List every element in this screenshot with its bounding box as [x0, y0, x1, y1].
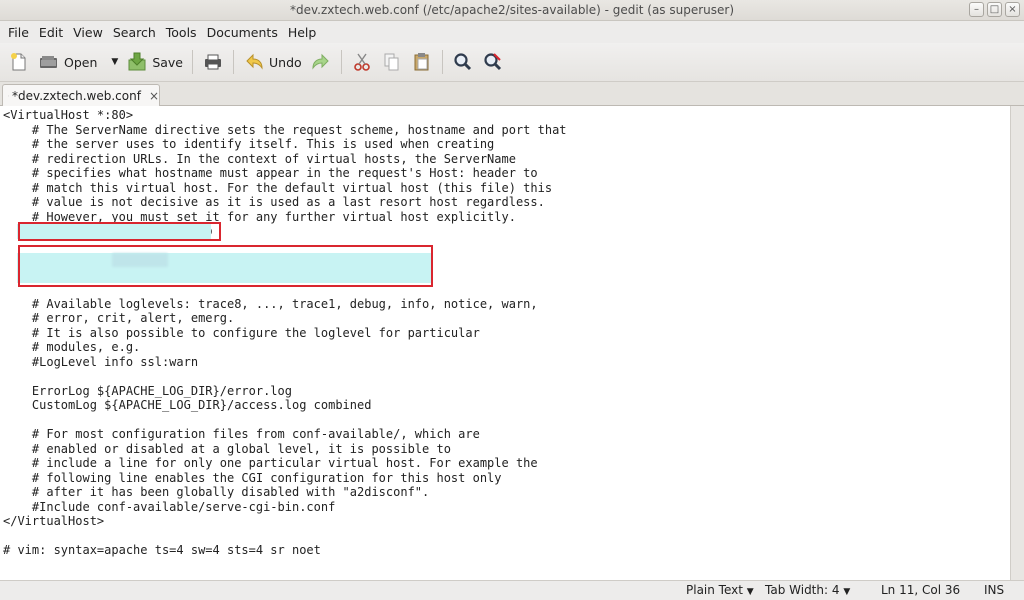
code-line: # Available loglevels: trace8, ..., trac… [3, 296, 538, 311]
tab-document[interactable]: *dev.zxtech.web.conf × [2, 84, 160, 106]
search-icon [454, 53, 471, 71]
close-icon[interactable]: × [1005, 2, 1020, 17]
document-tabbar: *dev.zxtech.web.conf × [0, 82, 1024, 106]
code-line: # vim: syntax=apache ts=4 sw=4 sts=4 sr … [3, 543, 321, 557]
copy-button[interactable] [377, 47, 407, 77]
open-button[interactable]: Open ▼ [34, 47, 122, 77]
undo-label: Undo [269, 54, 302, 70]
clipboard-icon [414, 53, 429, 71]
menu-tools[interactable]: Tools [161, 25, 202, 40]
code-line: <VirtualHost *:80> [3, 108, 134, 122]
paste-button[interactable] [407, 47, 437, 77]
menu-view[interactable]: View [68, 25, 108, 40]
copy-icon [384, 53, 399, 71]
code-line: # modules, e.g. [3, 340, 141, 354]
toolbar: Open ▼ Save Undo [0, 43, 1024, 82]
menubar: File Edit View Search Tools Documents He… [0, 21, 1024, 43]
open-dropdown-icon[interactable]: ▼ [111, 57, 118, 67]
code-line: # include a line for only one particular… [3, 456, 538, 470]
replace-button[interactable] [478, 47, 508, 77]
language-label: Plain Text [686, 583, 743, 597]
print-icon [205, 54, 221, 70]
code-line: #LogLevel info ssl:warn [3, 354, 199, 369]
save-label: Save [152, 54, 183, 70]
scissors-icon [353, 53, 370, 71]
menu-search[interactable]: Search [108, 25, 161, 40]
window-title: *dev.zxtech.web.conf (/etc/apache2/sites… [289, 3, 735, 17]
code-line: #Include conf-available/serve-cgi-bin.co… [3, 499, 336, 514]
vertical-scrollbar[interactable] [1010, 106, 1024, 580]
new-document-icon [11, 53, 26, 71]
cursor-position: Ln 11, Col 36 [881, 583, 961, 597]
menu-edit[interactable]: Edit [34, 25, 68, 40]
insert-mode: INS [984, 583, 1005, 597]
annotation-box [18, 222, 221, 241]
code-line: # match this virtual host. For the defau… [3, 180, 553, 195]
undo-icon [246, 53, 263, 70]
toolbar-separator [192, 50, 193, 74]
statusbar: Plain Text ▼ Tab Width: 4 ▼ Ln 11, Col 3… [0, 580, 1024, 600]
window-titlebar: *dev.zxtech.web.conf (/etc/apache2/sites… [0, 0, 1024, 21]
find-replace-icon [484, 53, 501, 71]
find-button[interactable] [448, 47, 478, 77]
chevron-down-icon: ▼ [843, 587, 851, 597]
text-editor[interactable]: <VirtualHost *:80> # The ServerName dire… [0, 106, 1010, 580]
code-line: # It is also possible to configure the l… [3, 325, 480, 340]
code-line: # following line enables the CGI configu… [3, 470, 502, 485]
annotation-box [18, 245, 433, 287]
tab-width-label: Tab Width: 4 [765, 583, 840, 597]
new-button[interactable] [4, 47, 34, 77]
code-line: # redirection URLs. In the context of vi… [3, 151, 516, 166]
open-label: Open [64, 54, 98, 70]
chevron-down-icon: ▼ [746, 587, 754, 597]
tab-close-icon[interactable]: × [149, 89, 159, 103]
language-selector[interactable]: Plain Text ▼ [686, 583, 754, 597]
cut-button[interactable] [347, 47, 377, 77]
code-line: CustomLog ${APACHE_LOG_DIR}/access.log c… [3, 398, 372, 412]
code-line: </VirtualHost> [3, 514, 105, 528]
toolbar-separator [340, 50, 342, 74]
toolbar-separator [233, 50, 234, 74]
code-line: # after it has been globally disabled wi… [3, 485, 430, 499]
code-content[interactable]: <VirtualHost *:80> # The ServerName dire… [0, 106, 1010, 558]
menu-file[interactable]: File [0, 25, 34, 40]
redo-icon [312, 53, 329, 70]
document-icon [8, 94, 10, 97]
code-line: # The ServerName directive sets the requ… [3, 122, 567, 137]
code-line: # value is not decisive as it is used as… [3, 195, 545, 209]
print-button[interactable] [198, 47, 228, 77]
undo-button[interactable]: Undo [239, 47, 306, 77]
code-line: # the server uses to identify itself. Th… [3, 137, 495, 151]
maximize-icon[interactable]: □ [987, 2, 1002, 17]
menu-documents[interactable]: Documents [202, 25, 283, 40]
code-line: # enabled or disabled at a global level,… [3, 441, 451, 456]
tab-label: *dev.zxtech.web.conf [12, 88, 141, 103]
toolbar-separator [441, 50, 443, 74]
code-line: # error, crit, alert, emerg. [3, 311, 235, 325]
menu-help[interactable]: Help [283, 25, 322, 40]
code-line: # For most configuration files from conf… [3, 427, 480, 441]
redo-button[interactable] [306, 47, 336, 77]
save-button[interactable]: Save [122, 47, 187, 77]
code-line: ErrorLog ${APACHE_LOG_DIR}/error.log [3, 383, 292, 398]
save-icon [128, 52, 146, 71]
open-folder-icon [40, 56, 57, 68]
minimize-icon[interactable]: – [969, 2, 984, 17]
tab-width-selector[interactable]: Tab Width: 4 ▼ [765, 583, 850, 597]
code-line: # specifies what hostname must appear in… [3, 166, 538, 180]
